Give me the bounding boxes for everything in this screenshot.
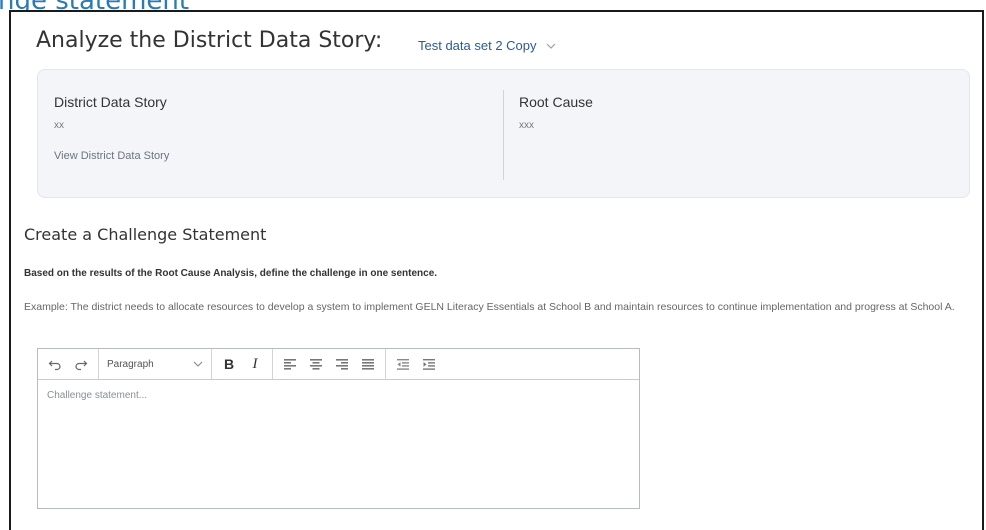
italic-button[interactable]: I [246, 355, 264, 373]
block-format-select[interactable]: Paragraph [107, 359, 203, 370]
align-right-icon[interactable] [333, 355, 351, 373]
dataset-selector-value: Test data set 2 Copy [418, 38, 537, 53]
redo-icon[interactable] [72, 355, 90, 373]
view-district-data-story-link[interactable]: View District Data Story [54, 150, 169, 162]
challenge-editor: Paragraph B I Challenge statement... [37, 348, 640, 509]
root-cause-value: xxx [519, 120, 534, 131]
editor-toolbar: Paragraph B I [38, 349, 639, 380]
undo-icon[interactable] [46, 355, 64, 373]
align-left-icon[interactable] [281, 355, 299, 373]
align-justify-icon[interactable] [359, 355, 377, 373]
outdent-icon[interactable] [394, 355, 412, 373]
challenge-example: Example: The district needs to allocate … [24, 301, 955, 313]
page-title: Analyze the District Data Story: [36, 28, 383, 53]
chevron-down-icon [193, 361, 203, 367]
app-frame: Analyze the District Data Story: Test da… [9, 10, 984, 530]
indent-icon[interactable] [420, 355, 438, 373]
dataset-selector[interactable]: Test data set 2 Copy [418, 38, 557, 53]
challenge-section-title: Create a Challenge Statement [24, 225, 267, 244]
district-data-story-title: District Data Story [54, 94, 167, 110]
bold-button[interactable]: B [220, 355, 238, 373]
block-format-value: Paragraph [107, 358, 154, 370]
summary-card: District Data Story xx View District Dat… [37, 69, 970, 198]
chevron-down-icon [546, 43, 555, 49]
card-divider [503, 90, 504, 180]
challenge-statement-input[interactable]: Challenge statement... [38, 380, 639, 508]
align-center-icon[interactable] [307, 355, 325, 373]
district-data-story-value: xx [54, 120, 64, 131]
root-cause-title: Root Cause [519, 94, 593, 110]
challenge-instruction: Based on the results of the Root Cause A… [24, 268, 438, 279]
